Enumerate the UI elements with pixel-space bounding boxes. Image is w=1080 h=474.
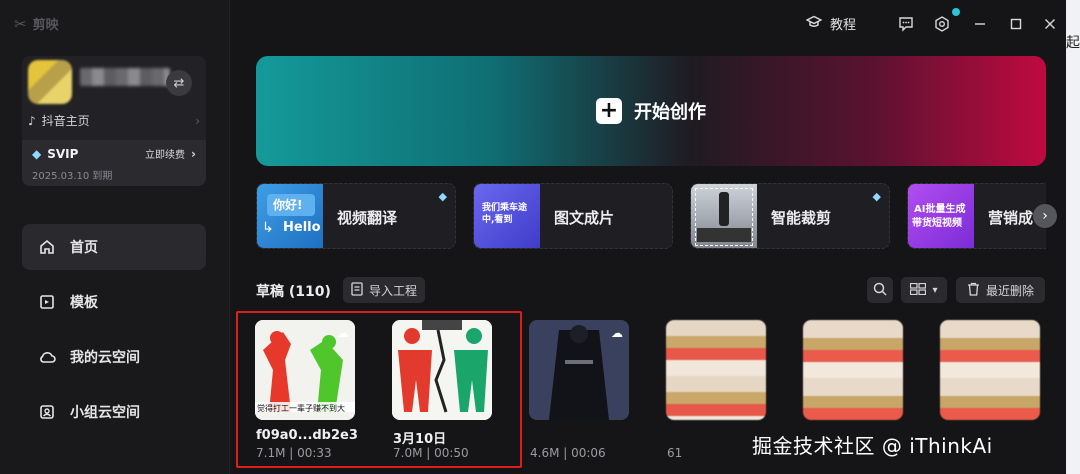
vip-expiry: 2025.03.10 到期	[32, 171, 113, 182]
vip-box[interactable]: ◆ SVIP 立即续费 › 2025.03.10 到期	[22, 140, 206, 186]
settings-gear-icon[interactable]	[932, 14, 952, 34]
close-icon[interactable]	[1040, 14, 1060, 34]
douyin-icon: ♪	[28, 113, 36, 128]
app-brand: ✂ 剪映	[14, 14, 59, 34]
avatar[interactable]	[28, 60, 72, 104]
thumb-text: Hello	[283, 220, 321, 235]
import-icon	[351, 281, 363, 299]
group-cloud-icon	[38, 403, 56, 421]
minimize-icon[interactable]	[970, 14, 990, 34]
username-blurred	[80, 68, 170, 86]
feature-marketing[interactable]: AI批量生成 带货短视频 营销成	[907, 183, 1046, 249]
sidebar-item-template[interactable]: 模板	[22, 279, 206, 325]
return-arrow-icon: ↳	[262, 220, 274, 236]
trash-icon	[967, 282, 980, 299]
feature-label: 图文成片	[554, 209, 615, 227]
recent-delete-button[interactable]: 最近删除	[956, 277, 1045, 303]
import-project-button[interactable]: 导入工程	[343, 277, 426, 303]
search-button[interactable]	[867, 277, 893, 303]
app-logo-icon: ✂	[14, 14, 27, 33]
sidebar-item-label: 模板	[70, 295, 98, 311]
chevron-right-icon[interactable]: ›	[1033, 204, 1057, 228]
text-to-video-thumbnail: 我们乘车途中,看到	[474, 184, 540, 248]
highlight-box	[236, 311, 522, 468]
plus-icon: +	[596, 98, 622, 124]
thumb-text: AI批量生成	[914, 204, 966, 215]
thumb-text: 带货短视频	[912, 218, 962, 229]
view-mode-button[interactable]: ▾	[901, 277, 947, 303]
sidebar-item-home[interactable]: 首页	[22, 224, 206, 270]
feature-video-translate[interactable]: 你好! Hello ↳ 视频翻译 ◆	[256, 183, 456, 249]
desktop-background-right: 起	[1066, 0, 1080, 474]
renew-link[interactable]: 立即续费	[145, 146, 185, 161]
start-creating-label: 开始创作	[634, 102, 706, 123]
feature-label: 视频翻译	[337, 209, 398, 227]
sidebar-item-my-cloud[interactable]: 我的云空间	[22, 334, 206, 380]
sidebar-item-label: 首页	[70, 240, 98, 256]
draft-card-blurred[interactable]	[666, 320, 766, 420]
feature-smart-crop[interactable]: 智能裁剪 ◆	[690, 183, 890, 249]
draft-meta: 61	[667, 446, 683, 460]
thumb-text: 我们乘车途中,看到	[482, 203, 528, 225]
tutorial-button[interactable]: 教程	[805, 14, 857, 33]
sidebar-item-group-cloud[interactable]: 小组云空间	[22, 389, 206, 435]
chevron-right-icon: ›	[191, 146, 196, 161]
search-icon	[873, 282, 887, 299]
chevron-right-icon: ›	[195, 113, 200, 128]
douyin-homepage-link[interactable]: ♪ 抖音主页 ›	[28, 112, 200, 129]
feature-text-to-video[interactable]: 我们乘车途中,看到 图文成片	[473, 183, 673, 249]
tutorial-label: 教程	[830, 18, 857, 33]
feature-label: 智能裁剪	[771, 209, 832, 227]
cloud-icon	[38, 348, 56, 366]
start-creating-button[interactable]: + 开始创作	[256, 56, 1046, 166]
smart-crop-thumbnail	[691, 184, 757, 248]
app-title: 剪映	[32, 18, 59, 33]
top-bar: 教程	[230, 0, 1066, 50]
app-window: ✂ 剪映 ⇄ ♪ 抖音主页 › ◆ SVIP 立即续费 › 2025.03.10…	[0, 0, 1066, 474]
video-translate-thumbnail: 你好! Hello ↳	[257, 184, 323, 248]
sidebar: ✂ 剪映 ⇄ ♪ 抖音主页 › ◆ SVIP 立即续费 › 2025.03.10…	[0, 0, 230, 474]
sidebar-item-label: 我的云空间	[70, 350, 140, 366]
draft-meta: 4.6M | 00:06	[530, 446, 606, 460]
switch-account-button[interactable]: ⇄	[166, 70, 192, 96]
maximize-icon[interactable]	[1006, 14, 1026, 34]
feature-cards: 你好! Hello ↳ 视频翻译 ◆ 我们乘车途中,看到 图文成片 智能裁剪 ◆	[256, 183, 1046, 249]
template-icon	[38, 293, 56, 311]
cloud-sync-icon: ☁	[611, 326, 623, 340]
draft-card[interactable]: ☁	[529, 320, 629, 420]
diamond-icon: ◆	[32, 146, 42, 161]
thumb-text: 你好!	[273, 198, 303, 212]
chevron-down-icon: ▾	[932, 284, 938, 296]
import-label: 导入工程	[369, 283, 418, 298]
vip-diamond-icon: ◆	[438, 190, 447, 203]
marketing-thumbnail: AI批量生成 带货短视频	[908, 184, 974, 248]
sidebar-item-label: 小组云空间	[70, 405, 140, 421]
notification-dot	[952, 8, 960, 16]
vip-label: SVIP	[47, 146, 79, 161]
sidebar-nav: 首页 模板 我的云空间 小组云空间	[22, 224, 206, 444]
vip-diamond-icon: ◆	[872, 190, 881, 203]
feedback-icon[interactable]	[896, 14, 916, 34]
draft-card-blurred[interactable]	[940, 320, 1040, 420]
home-icon	[38, 238, 56, 256]
recent-delete-label: 最近删除	[985, 283, 1034, 298]
draft-card-blurred[interactable]	[803, 320, 903, 420]
profile-card[interactable]: ⇄ ♪ 抖音主页 › ◆ SVIP 立即续费 › 2025.03.10 到期	[22, 56, 206, 186]
feature-label: 营销成	[988, 209, 1034, 227]
graduation-cap-icon	[805, 15, 823, 33]
watermark: 掘金技术社区 @ iThinkAi	[752, 434, 993, 458]
drafts-title: 草稿 (110)	[256, 284, 331, 300]
grid-view-icon	[910, 282, 927, 298]
douyin-label: 抖音主页	[41, 114, 90, 128]
